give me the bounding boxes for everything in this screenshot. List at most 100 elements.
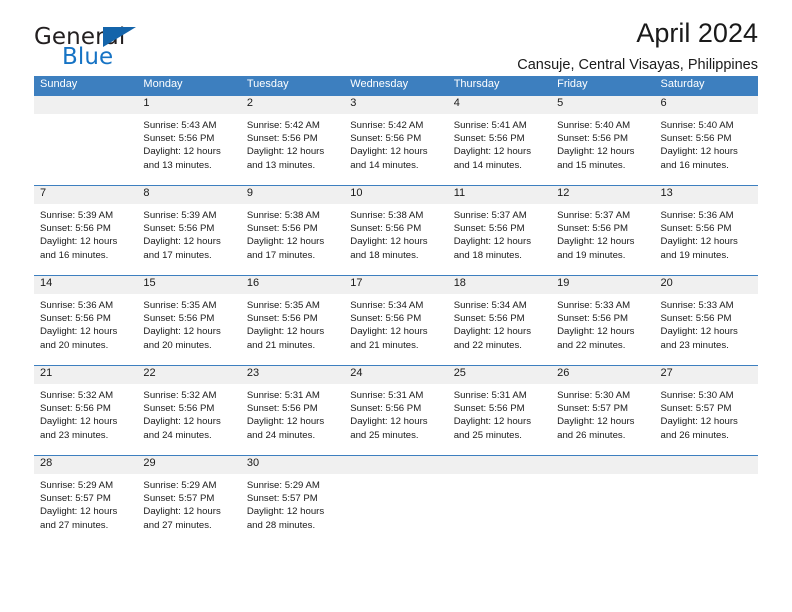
sunrise-time: Sunrise: 5:38 AM bbox=[350, 210, 424, 221]
calendar-day-cell[interactable]: 5 Sunrise: 5:40 AM Sunset: 5:56 PM Daylight… bbox=[551, 96, 655, 185]
day-number: 20 bbox=[654, 276, 758, 294]
daylight-duration-line2: and 14 minutes. bbox=[350, 159, 419, 171]
day-details: Sunrise: 5:34 AM Sunset: 5:56 PM Daylight:… bbox=[344, 294, 447, 352]
day-number: 7 bbox=[34, 186, 138, 204]
calendar-day-cell[interactable]: 10 Sunrise: 5:38 AM Sunset: 5:56 PM Dayligh… bbox=[344, 186, 448, 275]
daylight-duration-line1: Daylight: 12 hours bbox=[143, 506, 221, 518]
sunrise-time: Sunrise: 5:40 AM bbox=[557, 120, 631, 131]
calendar-day-cell[interactable]: 27 Sunrise: 5:30 AM Sunset: 5:57 PM Dayligh… bbox=[654, 366, 758, 455]
calendar-page: General Blue April 2024 Cansuje, Central… bbox=[0, 0, 792, 612]
calendar-day-cell[interactable]: 8 Sunrise: 5:39 AM Sunset: 5:56 PM Daylight… bbox=[137, 186, 241, 275]
sunset-time: Sunset: 5:56 PM bbox=[143, 403, 215, 415]
calendar-day-cell[interactable]: 14 Sunrise: 5:36 AM Sunset: 5:56 PM Dayligh… bbox=[34, 276, 138, 365]
day-details: Sunrise: 5:30 AM Sunset: 5:57 PM Daylight:… bbox=[551, 384, 654, 442]
calendar-week-cells: 28 Sunrise: 5:29 AM Sunset: 5:57 PM Dayligh… bbox=[34, 456, 758, 545]
sunset-time: Sunset: 5:56 PM bbox=[143, 313, 215, 325]
day-details: Sunrise: 5:42 AM Sunset: 5:56 PM Daylight:… bbox=[344, 114, 447, 172]
day-number: 13 bbox=[654, 186, 758, 204]
calendar-day-cell[interactable]: 12 Sunrise: 5:37 AM Sunset: 5:56 PM Dayligh… bbox=[551, 186, 655, 275]
daylight-duration-line2: and 22 minutes. bbox=[453, 339, 522, 351]
calendar-day-cell[interactable]: 22 Sunrise: 5:32 AM Sunset: 5:56 PM Dayligh… bbox=[137, 366, 241, 455]
page-subtitle: Cansuje, Central Visayas, Philippines bbox=[517, 56, 758, 73]
day-details: Sunrise: 5:35 AM Sunset: 5:56 PM Daylight:… bbox=[137, 294, 240, 352]
daylight-duration-line1: Daylight: 12 hours bbox=[143, 326, 221, 338]
calendar-day-cell[interactable]: 4 Sunrise: 5:41 AM Sunset: 5:56 PM Daylight… bbox=[447, 96, 552, 185]
calendar-day-cell[interactable]: 19 Sunrise: 5:33 AM Sunset: 5:56 PM Dayligh… bbox=[551, 276, 655, 365]
sunset-time: Sunset: 5:57 PM bbox=[557, 403, 629, 415]
day-details: Sunrise: 5:38 AM Sunset: 5:56 PM Daylight:… bbox=[344, 204, 447, 262]
calendar-day-cell[interactable]: 29 Sunrise: 5:29 AM Sunset: 5:57 PM Dayligh… bbox=[137, 456, 241, 545]
calendar-day-cell[interactable]: 7 Sunrise: 5:39 AM Sunset: 5:56 PM Daylight… bbox=[34, 186, 138, 275]
calendar-day-cell[interactable]: 16 Sunrise: 5:35 AM Sunset: 5:56 PM Dayligh… bbox=[240, 276, 345, 365]
day-details: Sunrise: 5:37 AM Sunset: 5:56 PM Daylight:… bbox=[448, 204, 551, 262]
daylight-duration-line1: Daylight: 12 hours bbox=[246, 416, 325, 428]
daylight-duration-line1: Daylight: 12 hours bbox=[557, 326, 635, 338]
daylight-duration-line1: Daylight: 12 hours bbox=[660, 236, 738, 248]
calendar-day-cell[interactable]: 13 Sunrise: 5:36 AM Sunset: 5:56 PM Dayligh… bbox=[654, 186, 758, 275]
calendar-day-cell[interactable]: 6 Sunrise: 5:40 AM Sunset: 5:56 PM Daylight… bbox=[654, 96, 758, 185]
day-number: 21 bbox=[34, 366, 138, 384]
sunset-time: Sunset: 5:56 PM bbox=[660, 223, 732, 235]
day-details: Sunrise: 5:33 AM Sunset: 5:56 PM Daylight:… bbox=[655, 294, 758, 352]
day-number: 15 bbox=[137, 276, 241, 294]
calendar-day-cell[interactable]: 15 Sunrise: 5:35 AM Sunset: 5:56 PM Dayligh… bbox=[137, 276, 241, 365]
calendar-day-cell[interactable]: 21 Sunrise: 5:32 AM Sunset: 5:56 PM Dayligh… bbox=[34, 366, 138, 455]
calendar-day-cell[interactable]: 20 Sunrise: 5:33 AM Sunset: 5:56 PM Dayligh… bbox=[654, 276, 758, 365]
day-number: 5 bbox=[551, 96, 655, 114]
day-number bbox=[344, 456, 448, 474]
daylight-duration-line1: Daylight: 12 hours bbox=[557, 236, 635, 248]
sunrise-time: Sunrise: 5:32 AM bbox=[40, 390, 114, 401]
day-number: 26 bbox=[551, 366, 655, 384]
daylight-duration-line1: Daylight: 12 hours bbox=[660, 326, 738, 338]
sunrise-time: Sunrise: 5:30 AM bbox=[660, 390, 734, 401]
day-details bbox=[34, 114, 137, 119]
calendar-day-cell[interactable]: 17 Sunrise: 5:34 AM Sunset: 5:56 PM Dayligh… bbox=[344, 276, 448, 365]
day-details: Sunrise: 5:39 AM Sunset: 5:56 PM Daylight:… bbox=[34, 204, 137, 262]
calendar-day-cell[interactable]: 3 Sunrise: 5:42 AM Sunset: 5:56 PM Daylight… bbox=[344, 96, 448, 185]
sunrise-time: Sunrise: 5:42 AM bbox=[246, 120, 320, 131]
calendar-grid: Sunday Monday Tuesday Wednesday Thursday… bbox=[34, 76, 758, 545]
weekday-header-saturday: Saturday bbox=[660, 78, 705, 90]
sunrise-time: Sunrise: 5:32 AM bbox=[143, 390, 217, 401]
daylight-duration-line1: Daylight: 12 hours bbox=[660, 416, 738, 428]
day-number: 6 bbox=[654, 96, 758, 114]
day-details: Sunrise: 5:36 AM Sunset: 5:56 PM Daylight:… bbox=[655, 204, 758, 262]
calendar-day-cell[interactable]: 24 Sunrise: 5:31 AM Sunset: 5:56 PM Dayligh… bbox=[344, 366, 448, 455]
daylight-duration-line1: Daylight: 12 hours bbox=[143, 236, 221, 248]
calendar-day-cell[interactable]: 30 Sunrise: 5:29 AM Sunset: 5:57 PM Dayligh… bbox=[240, 456, 345, 545]
day-number: 22 bbox=[137, 366, 241, 384]
calendar-day-cell[interactable]: 26 Sunrise: 5:30 AM Sunset: 5:57 PM Dayligh… bbox=[551, 366, 655, 455]
calendar-day-cell[interactable]: 1 Sunrise: 5:43 AM Sunset: 5:56 PM Daylight… bbox=[137, 96, 241, 185]
sunrise-time: Sunrise: 5:33 AM bbox=[660, 300, 734, 311]
daylight-duration-line2: and 27 minutes. bbox=[143, 519, 212, 531]
sunset-time: Sunset: 5:56 PM bbox=[40, 403, 111, 415]
sunrise-time: Sunrise: 5:43 AM bbox=[143, 120, 217, 131]
daylight-duration-line2: and 27 minutes. bbox=[40, 519, 109, 531]
sunrise-time: Sunrise: 5:38 AM bbox=[246, 210, 320, 221]
sunset-time: Sunset: 5:56 PM bbox=[453, 133, 525, 145]
calendar-day-cell[interactable]: 28 Sunrise: 5:29 AM Sunset: 5:57 PM Dayligh… bbox=[34, 456, 138, 545]
sunset-time: Sunset: 5:56 PM bbox=[246, 403, 318, 415]
calendar-day-cell[interactable]: 9 Sunrise: 5:38 AM Sunset: 5:56 PM Daylight… bbox=[240, 186, 345, 275]
calendar-day-cell[interactable]: 25 Sunrise: 5:31 AM Sunset: 5:56 PM Dayligh… bbox=[447, 366, 552, 455]
sunrise-time: Sunrise: 5:37 AM bbox=[453, 210, 527, 221]
daylight-duration-line2: and 14 minutes. bbox=[453, 159, 522, 171]
calendar-day-cell[interactable]: 11 Sunrise: 5:37 AM Sunset: 5:56 PM Dayligh… bbox=[447, 186, 552, 275]
sunrise-time: Sunrise: 5:29 AM bbox=[143, 480, 217, 491]
calendar-day-cell[interactable]: 23 Sunrise: 5:31 AM Sunset: 5:56 PM Dayligh… bbox=[240, 366, 345, 455]
day-number: 24 bbox=[344, 366, 448, 384]
day-details: Sunrise: 5:37 AM Sunset: 5:56 PM Daylight:… bbox=[551, 204, 654, 262]
sunrise-time: Sunrise: 5:42 AM bbox=[350, 120, 424, 131]
weekday-header-monday: Monday bbox=[143, 78, 183, 90]
day-number bbox=[654, 456, 758, 474]
sunset-time: Sunset: 5:56 PM bbox=[143, 133, 215, 145]
sunrise-time: Sunrise: 5:39 AM bbox=[40, 210, 114, 221]
calendar-week-cells: 14 Sunrise: 5:36 AM Sunset: 5:56 PM Dayligh… bbox=[34, 276, 758, 365]
day-details: Sunrise: 5:42 AM Sunset: 5:56 PM Daylight:… bbox=[241, 114, 344, 172]
day-details: Sunrise: 5:29 AM Sunset: 5:57 PM Daylight:… bbox=[34, 474, 137, 532]
day-number: 11 bbox=[447, 186, 552, 204]
page-title: April 2024 bbox=[636, 18, 758, 48]
generalblue-logo[interactable]: General Blue bbox=[34, 24, 214, 74]
calendar-day-cell[interactable]: 18 Sunrise: 5:34 AM Sunset: 5:56 PM Dayligh… bbox=[447, 276, 552, 365]
calendar-day-cell[interactable]: 2 Sunrise: 5:42 AM Sunset: 5:56 PM Daylight… bbox=[240, 96, 345, 185]
